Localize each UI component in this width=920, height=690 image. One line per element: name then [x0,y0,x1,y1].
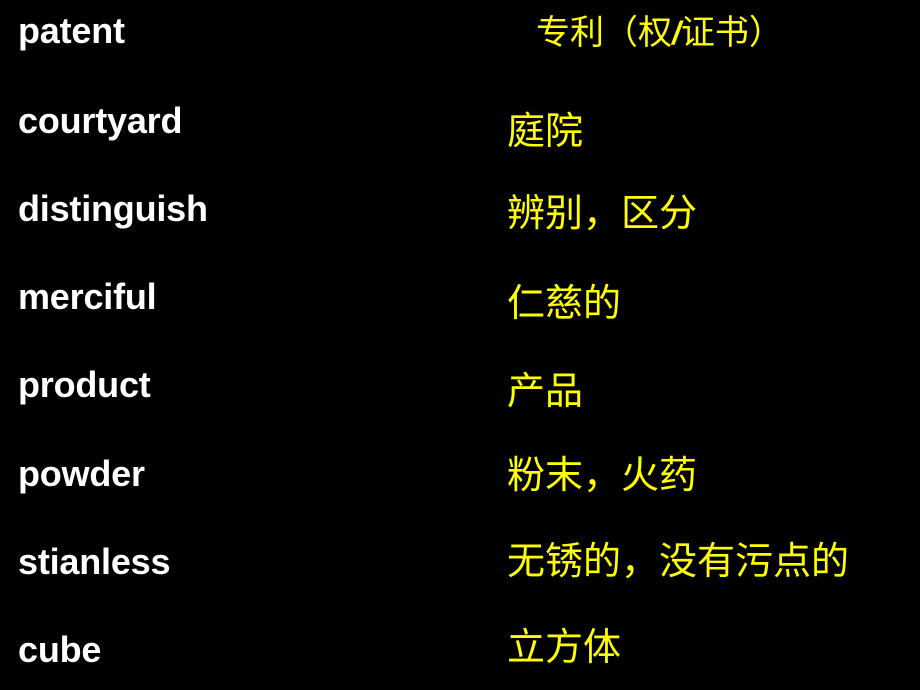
chinese-gloss-head: 专利（权 [536,13,672,53]
english-term: stianless [18,541,171,582]
chinese-gloss-tail: 证书） [680,13,783,53]
slash-separator: / [672,15,681,51]
english-term: powder [18,453,145,494]
english-term: distinguish [18,188,208,229]
english-term: courtyard [18,100,183,141]
vocabulary-slide: patent 专利（权/证书） courtyard 庭院 distinguish… [0,0,920,690]
chinese-gloss: 专利（权/证书） [536,14,783,52]
english-term: product [18,364,151,405]
chinese-gloss: 仁慈的 [507,281,622,325]
chinese-gloss: 产品 [507,369,584,413]
chinese-gloss: 立方体 [507,625,622,669]
chinese-gloss: 无锈的，没有污点的 [507,539,850,583]
english-term: cube [18,629,102,670]
chinese-gloss: 庭院 [507,109,584,153]
english-term: patent [18,10,125,51]
english-term: merciful [18,276,157,317]
chinese-gloss: 粉末，火药 [507,453,698,497]
chinese-gloss: 辨别，区分 [507,191,698,235]
